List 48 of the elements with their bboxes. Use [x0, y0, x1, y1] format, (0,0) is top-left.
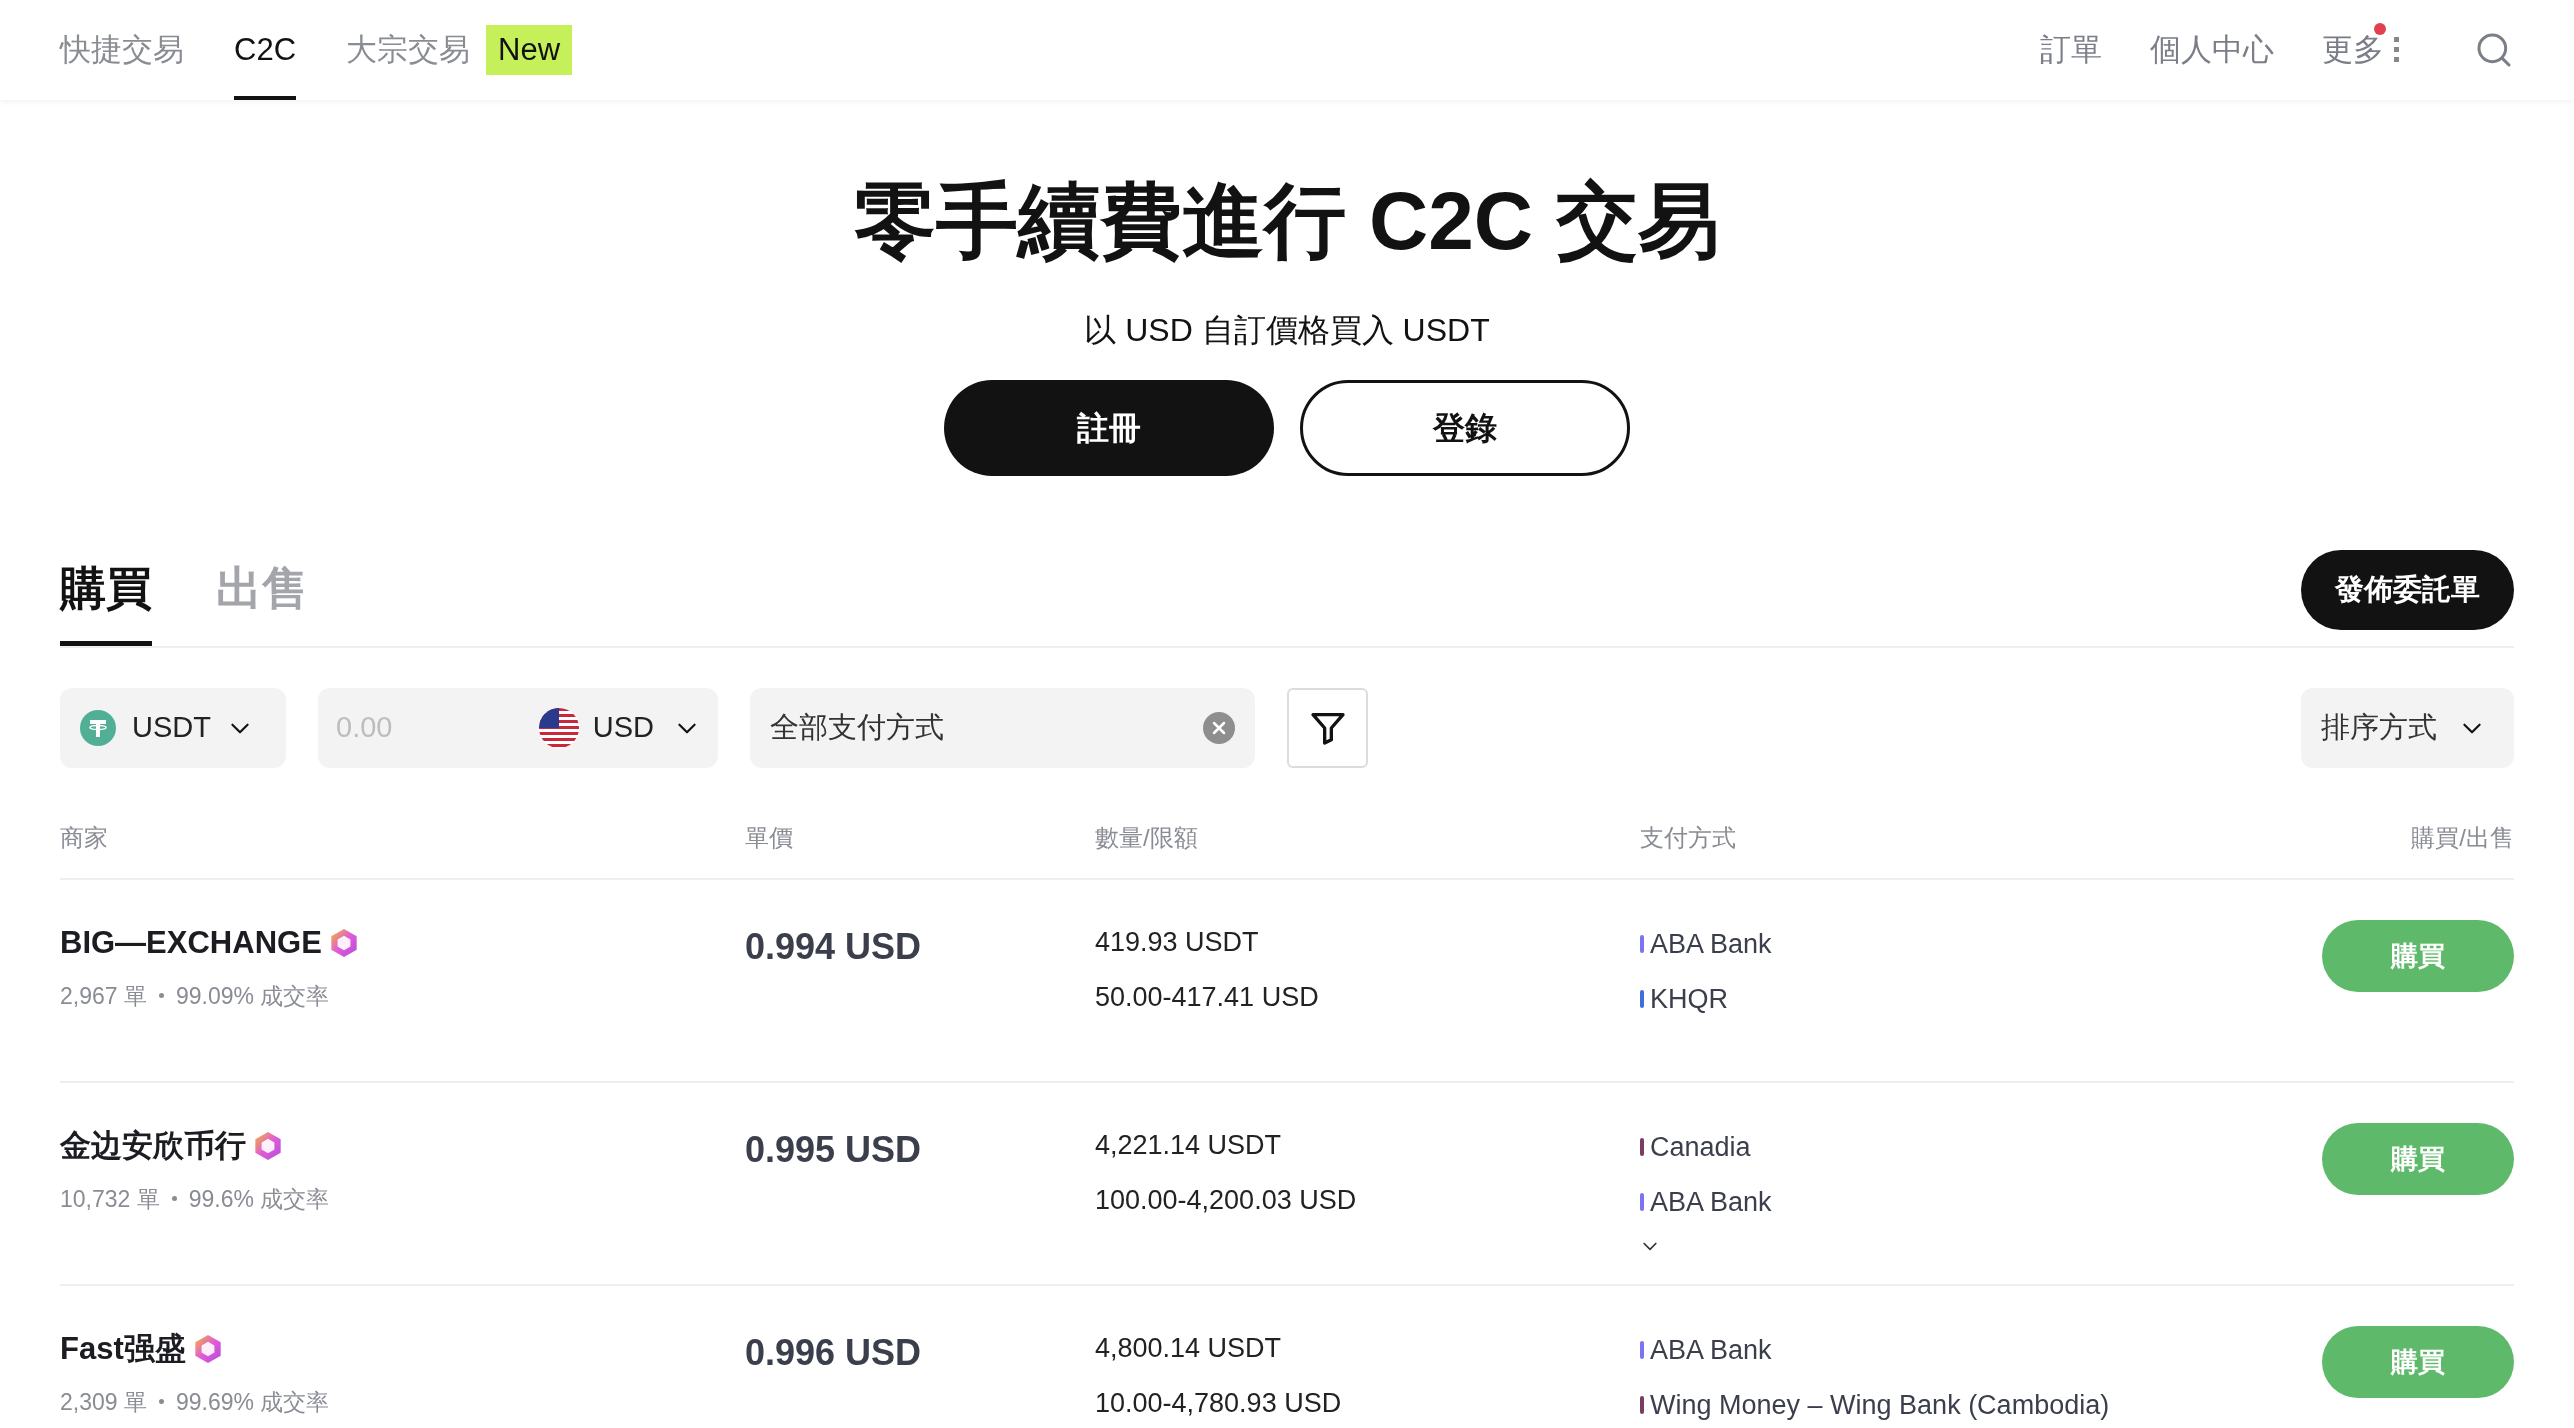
trade-tab[interactable]: 購買 [60, 554, 152, 646]
order-count: 2,309 單 [60, 1387, 147, 1417]
order-limit: 100.00-4,200.03 USD [1095, 1183, 1358, 1217]
completion-rate: 99.09% 成交率 [175, 981, 330, 1011]
us-flag-icon [538, 708, 579, 748]
tether-coin-icon [80, 710, 116, 746]
nav-link[interactable]: 更多 [2322, 26, 2400, 74]
column-header: 購買/出售 [2410, 823, 2514, 853]
completion-rate: 99.6% 成交率 [188, 1184, 330, 1214]
clear-icon[interactable] [1203, 712, 1235, 744]
order-limit: 10.00-4,780.93 USD [1095, 1386, 1343, 1420]
column-header: 商家 [60, 823, 109, 853]
nav-link[interactable]: 訂單 [2040, 26, 2102, 74]
merchant-name[interactable]: Fast强盛 [60, 1326, 186, 1373]
available-quantity: 4,221.14 USDT [1095, 1129, 1283, 1162]
filter-button[interactable] [1287, 688, 1368, 768]
crypto-select[interactable]: USDT [60, 688, 286, 768]
available-quantity: 419.93 USDT [1095, 926, 1260, 959]
nav-tab[interactable]: C2C [234, 0, 296, 100]
nav-link[interactable]: 個人中心 [2150, 26, 2274, 74]
post-order-button[interactable]: 發佈委託單 [2301, 550, 2514, 630]
column-header: 支付方式 [1640, 823, 1737, 853]
login-button[interactable]: 登錄 [1300, 380, 1630, 476]
sort-select[interactable]: 排序方式 [2301, 688, 2514, 768]
completion-rate: 99.69% 成交率 [175, 1387, 330, 1417]
payment-method: KHQR [1650, 982, 1728, 1016]
merchant-name[interactable]: BIG—EXCHANGE [60, 920, 322, 967]
payment-method: ABA Bank [1650, 1185, 1772, 1219]
order-count: 2,967 單 [60, 981, 147, 1011]
unit-price: 0.994 USD [745, 926, 922, 967]
unit-price: 0.995 USD [745, 1129, 922, 1170]
available-quantity: 4,800.14 USDT [1095, 1332, 1283, 1365]
payment-method: ABA Bank [1650, 928, 1772, 961]
column-header: 單價 [745, 823, 794, 853]
payment-method: ABA Bank [1650, 1334, 1772, 1367]
order-count: 10,732 單 [60, 1184, 160, 1214]
payment-method: Wing Money – Wing Bank (Cambodia) [1650, 1388, 2110, 1422]
verified-badge-icon [252, 1130, 284, 1163]
payment-method: Canadia [1650, 1131, 1751, 1164]
unit-price: 0.996 USD [745, 1332, 922, 1373]
payment-method-select[interactable]: 全部支付方式 [750, 688, 1255, 768]
column-header: 數量/限額 [1095, 823, 1199, 853]
new-badge: New [486, 24, 573, 76]
more-dots-icon [2392, 35, 2400, 65]
hero-subtitle: 以 USD 自訂價格買入 USDT [1084, 311, 1490, 350]
register-button[interactable]: 註冊 [944, 380, 1274, 476]
order-limit: 50.00-417.41 USD [1095, 980, 1320, 1014]
merchant-name[interactable]: 金边安欣币行 [60, 1123, 246, 1170]
